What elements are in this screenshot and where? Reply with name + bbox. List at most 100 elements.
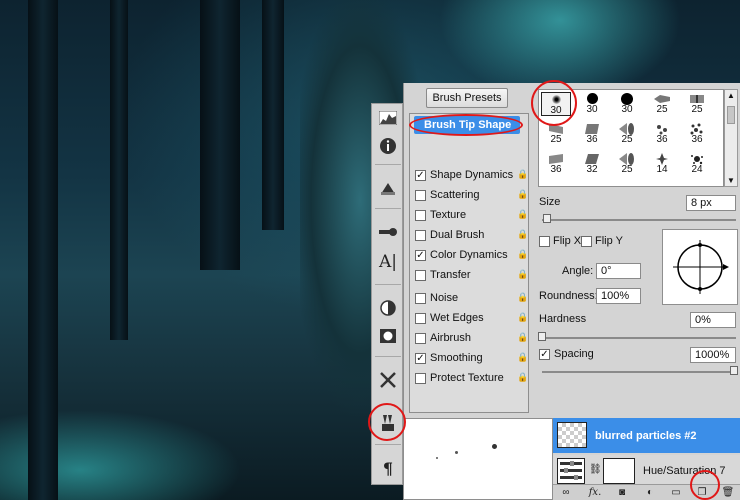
- checkbox[interactable]: [415, 229, 426, 241]
- brush-tip[interactable]: 36: [541, 152, 571, 176]
- checkbox[interactable]: [415, 209, 426, 221]
- size-slider-knob[interactable]: [543, 214, 551, 223]
- brush-tip[interactable]: 30: [612, 92, 642, 116]
- brush-tip[interactable]: 36: [577, 122, 607, 146]
- hardness-slider-track[interactable]: [542, 337, 736, 339]
- size-slider-track[interactable]: [542, 219, 736, 221]
- checkbox[interactable]: ✓: [415, 249, 426, 261]
- lock-icon[interactable]: 🔒: [517, 269, 528, 280]
- hardness-label: Hardness: [539, 313, 587, 325]
- group-folder-icon[interactable]: ▭: [669, 486, 683, 499]
- option-protect-texture[interactable]: Protect Texture 🔒: [412, 369, 528, 387]
- roundness-field[interactable]: 100%: [596, 288, 641, 304]
- option-color-dynamics[interactable]: ✓ Color Dynamics 🔒: [412, 246, 528, 264]
- flip-y-checkbox[interactable]: [581, 236, 592, 247]
- checkbox[interactable]: ✓: [415, 352, 426, 364]
- brush-tip[interactable]: 25: [612, 122, 642, 146]
- lock-icon[interactable]: 🔒: [517, 352, 528, 363]
- option-scattering[interactable]: Scattering 🔒: [412, 186, 528, 204]
- checkbox[interactable]: ✓: [415, 169, 426, 181]
- brush-tip[interactable]: 25: [612, 152, 642, 176]
- layer-name: blurred particles #2: [595, 430, 697, 442]
- preview-dot: [436, 457, 438, 459]
- spacing-slider-knob[interactable]: [730, 366, 738, 375]
- character-icon[interactable]: A|: [375, 250, 401, 274]
- tree-trunk: [110, 0, 128, 340]
- tree-trunk: [28, 0, 58, 500]
- fx-icon[interactable]: fx.: [585, 486, 605, 499]
- option-wet-edges[interactable]: Wet Edges 🔒: [412, 309, 528, 327]
- option-texture[interactable]: Texture 🔒: [412, 206, 528, 224]
- adjustment-icon[interactable]: [375, 296, 401, 320]
- mask-icon[interactable]: [375, 324, 401, 348]
- brush-panel: Brush Presets ✓ Shape Dynamics 🔒 Scatterin…: [403, 83, 740, 418]
- brush-tip[interactable]: 36: [647, 122, 677, 146]
- annotation-circle: [531, 80, 577, 126]
- hardness-field[interactable]: 0%: [690, 312, 736, 328]
- scroll-down-icon[interactable]: ▼: [727, 176, 735, 185]
- paragraph-icon[interactable]: ¶: [375, 456, 401, 480]
- flip-y-label: Flip Y: [595, 235, 623, 247]
- lock-icon[interactable]: 🔒: [517, 312, 528, 323]
- adjustment-thumbnail: [557, 458, 585, 484]
- histogram-icon[interactable]: [375, 106, 401, 130]
- brush-grid-scrollbar[interactable]: ▲ ▼: [724, 89, 738, 187]
- checkbox[interactable]: [415, 292, 426, 304]
- trash-icon[interactable]: 🗑: [721, 486, 735, 499]
- lock-icon[interactable]: 🔒: [517, 169, 528, 180]
- annotation-circle: [409, 114, 523, 136]
- layer-row-selected[interactable]: blurred particles #2: [553, 418, 740, 453]
- scroll-up-icon[interactable]: ▲: [727, 91, 735, 100]
- lock-icon[interactable]: 🔒: [517, 229, 528, 240]
- lock-icon[interactable]: 🔒: [517, 292, 528, 303]
- info-icon[interactable]: [375, 134, 401, 158]
- brush-tip[interactable]: 14: [647, 152, 677, 176]
- checkbox[interactable]: [415, 312, 426, 324]
- lock-icon[interactable]: 🔒: [517, 372, 528, 383]
- option-noise[interactable]: Noise 🔒: [412, 289, 528, 307]
- preview-dot: [492, 444, 497, 449]
- lock-icon[interactable]: 🔒: [517, 209, 528, 220]
- adjustment-layer-icon[interactable]: ◐: [643, 486, 657, 499]
- brush-tip[interactable]: 25: [682, 92, 712, 116]
- option-transfer[interactable]: Transfer 🔒: [412, 266, 528, 284]
- brush-options-list: ✓ Shape Dynamics 🔒 Scattering 🔒 Texture 🔒 Du…: [409, 113, 529, 413]
- clone-source-icon[interactable]: [375, 220, 401, 244]
- brush-tip[interactable]: 32: [577, 152, 607, 176]
- hardness-slider-knob[interactable]: [538, 332, 546, 341]
- lock-icon[interactable]: 🔒: [517, 189, 528, 200]
- checkbox[interactable]: [415, 372, 426, 384]
- checkbox[interactable]: [415, 189, 426, 201]
- checkbox[interactable]: [415, 269, 426, 281]
- add-mask-icon[interactable]: ◙: [615, 486, 629, 499]
- lock-icon[interactable]: 🔒: [517, 332, 528, 343]
- brush-preset-icon[interactable]: [375, 176, 401, 200]
- mask-thumbnail: [603, 458, 635, 484]
- flip-x-checkbox[interactable]: [539, 236, 550, 247]
- scroll-thumb[interactable]: [727, 106, 735, 124]
- flip-x-label: Flip X: [553, 235, 582, 247]
- brush-tip[interactable]: 24: [682, 152, 712, 176]
- angle-field[interactable]: 0°: [596, 263, 641, 279]
- brush-tip[interactable]: 30: [577, 92, 607, 116]
- tools-icon[interactable]: [375, 368, 401, 392]
- lock-icon[interactable]: 🔒: [517, 249, 528, 260]
- option-smoothing[interactable]: ✓ Smoothing 🔒: [412, 349, 528, 367]
- annotation-circle: [690, 470, 720, 500]
- checkbox[interactable]: [415, 332, 426, 344]
- option-dual-brush[interactable]: Dual Brush 🔒: [412, 226, 528, 244]
- link-layers-icon[interactable]: ∞: [559, 486, 573, 499]
- brush-tip[interactable]: 36: [682, 122, 712, 146]
- spacing-checkbox[interactable]: ✓: [539, 349, 550, 360]
- annotation-circle: [368, 403, 406, 441]
- link-icon[interactable]: ⛓: [589, 464, 602, 475]
- spacing-slider-track[interactable]: [542, 371, 736, 373]
- brush-tip[interactable]: 25: [647, 92, 677, 116]
- tree-trunk: [262, 0, 284, 230]
- brush-presets-button[interactable]: Brush Presets: [426, 88, 508, 108]
- option-airbrush[interactable]: Airbrush 🔒: [412, 329, 528, 347]
- size-field[interactable]: 8 px: [686, 195, 736, 211]
- angle-roundness-widget[interactable]: [662, 229, 738, 305]
- option-shape-dynamics[interactable]: ✓ Shape Dynamics 🔒: [412, 166, 528, 184]
- spacing-field[interactable]: 1000%: [690, 347, 736, 363]
